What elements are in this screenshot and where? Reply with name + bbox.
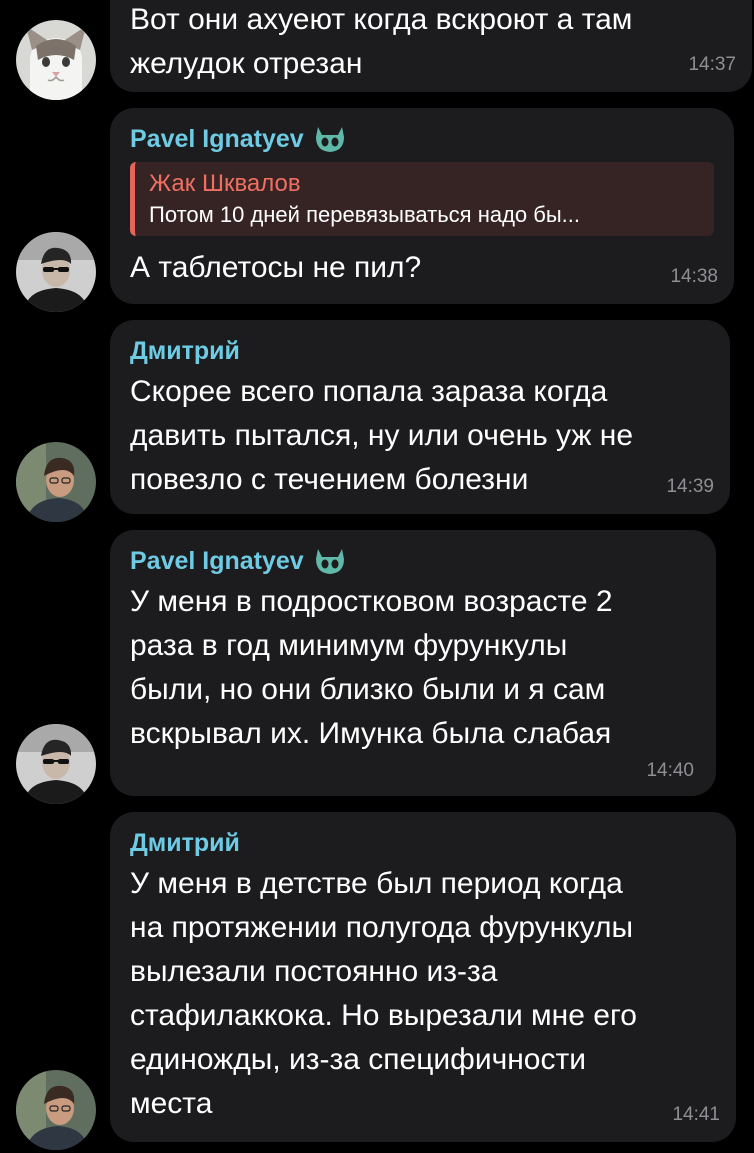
message-1[interactable]: Вот они ахуеют когда вскроют а там желуд… bbox=[0, 0, 754, 100]
sender[interactable]: Дмитрий bbox=[130, 826, 716, 860]
message-bubble[interactable]: Pavel Ignatyev У меня в подростковом воз… bbox=[110, 530, 716, 796]
message-bubble[interactable]: Дмитрий У меня в детстве был период когд… bbox=[110, 812, 736, 1142]
message-time: 14:41 bbox=[672, 1104, 720, 1125]
message-text: Вот они ахуеют когда вскроют а там желуд… bbox=[130, 3, 633, 80]
sender-name[interactable]: Дмитрий bbox=[130, 826, 240, 860]
custom-emoji-badge-icon bbox=[312, 123, 348, 155]
message-text: У меня в детстве был период когда на про… bbox=[130, 867, 637, 1120]
message-text: А таблетосы не пил? bbox=[130, 251, 422, 284]
cat-avatar[interactable] bbox=[16, 20, 96, 100]
reply-quote[interactable]: Жак Шквалов Потом 10 дней перевязываться… bbox=[130, 162, 714, 236]
message-time: 14:39 bbox=[666, 476, 714, 497]
sender-name[interactable]: Дмитрий bbox=[130, 334, 240, 368]
custom-emoji-badge-icon bbox=[312, 545, 348, 577]
message-bubble[interactable]: Дмитрий Скорее всего попала зараза когда… bbox=[110, 320, 730, 514]
message-text: У меня в подростковом возрасте 2 раза в … bbox=[130, 585, 613, 750]
message-bubble[interactable]: Вот они ахуеют когда вскроют а там желуд… bbox=[110, 0, 752, 92]
message-4[interactable]: Pavel Ignatyev У меня в подростковом воз… bbox=[0, 530, 754, 804]
message-2[interactable]: Pavel Ignatyev Жак Шквалов Потом 10 дней… bbox=[0, 108, 754, 312]
message-bubble[interactable]: Pavel Ignatyev Жак Шквалов Потом 10 дней… bbox=[110, 108, 734, 304]
message-time: 14:38 bbox=[670, 266, 718, 287]
sender[interactable]: Дмитрий bbox=[130, 334, 710, 368]
message-3[interactable]: Дмитрий Скорее всего попала зараза когда… bbox=[0, 320, 754, 522]
sender-name[interactable]: Pavel Ignatyev bbox=[130, 544, 304, 578]
reply-text: Потом 10 дней перевязываться надо бы... bbox=[149, 202, 581, 227]
message-time: 14:37 bbox=[688, 54, 736, 75]
chat-history[interactable]: Вот они ахуеют когда вскроют а там желуд… bbox=[0, 0, 754, 1153]
message-text: Скорее всего попала зараза когда давить … bbox=[130, 375, 634, 496]
dmitry-avatar[interactable] bbox=[16, 442, 96, 522]
message-time: 14:40 bbox=[646, 760, 694, 781]
message-5[interactable]: Дмитрий У меня в детстве был период когд… bbox=[0, 812, 754, 1150]
sender[interactable]: Pavel Ignatyev bbox=[130, 122, 714, 156]
sender[interactable]: Pavel Ignatyev bbox=[130, 544, 696, 578]
reply-author: Жак Шквалов bbox=[149, 170, 301, 197]
sender-name[interactable]: Pavel Ignatyev bbox=[130, 122, 304, 156]
pavel-avatar[interactable] bbox=[16, 724, 96, 804]
pavel-avatar[interactable] bbox=[16, 232, 96, 312]
dmitry-avatar[interactable] bbox=[16, 1070, 96, 1150]
